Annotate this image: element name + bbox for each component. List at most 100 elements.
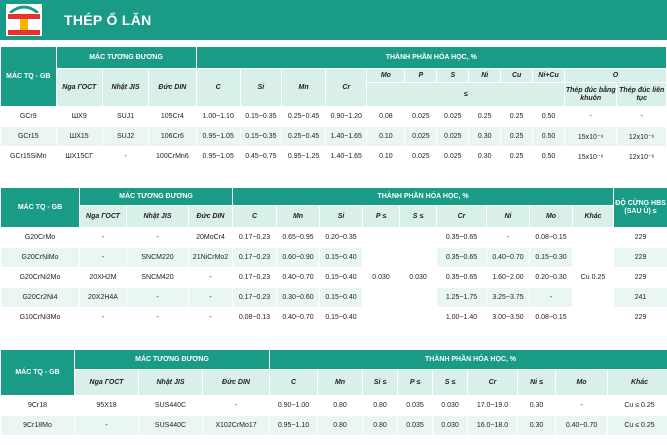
table-cell: 0.15~0.35 bbox=[239, 106, 282, 127]
col-din: Đức DIN bbox=[148, 68, 197, 107]
table-cell: 0.95~1.05 bbox=[195, 126, 241, 147]
table-cell: 0.30~0.60 bbox=[276, 287, 320, 308]
table-cell: - bbox=[101, 146, 150, 167]
table-row: 9Cr18Mo - SUS440C X102CrMo17 0.95~1.10 0.80 0.… bbox=[0, 415, 667, 436]
table-cell: - bbox=[188, 287, 233, 308]
table-cell: 0.15~0.35 bbox=[239, 126, 282, 147]
composition-header: THÀNH PHẦN HÓA HỌC, % bbox=[195, 46, 667, 69]
table-cell: 0.50 bbox=[532, 106, 565, 127]
table-cell: 1.40~1.65 bbox=[325, 126, 368, 147]
col-other: Khác bbox=[606, 369, 667, 396]
col-mo: Mo bbox=[366, 68, 406, 83]
shared-other-cell: Cu 0.25 bbox=[571, 227, 615, 328]
table-cell: SNCM220 bbox=[126, 247, 189, 268]
table-cell: 0.15~0.40 bbox=[319, 247, 363, 268]
grade-cell: G20CrNiMo bbox=[0, 247, 80, 268]
hardness-cell: 229 bbox=[613, 247, 667, 268]
col-jis: Nhật JIS bbox=[126, 205, 189, 228]
grade-cell: 9Cr18 bbox=[0, 395, 75, 416]
col-mn: Mn bbox=[276, 205, 320, 228]
table-cell: 0.25~0.45 bbox=[280, 106, 327, 127]
table-cell: 0.65~0.95 bbox=[276, 227, 320, 248]
table-cell: 0.20~0.35 bbox=[319, 227, 363, 248]
table-cell: 0.35~0.65 bbox=[436, 267, 487, 288]
table-cell: 1.00~1.40 bbox=[436, 307, 487, 328]
table-row: GCr15SiMn ШХ15СГ -100CrMn6 0.95~1.05 0.45~0.… bbox=[0, 146, 667, 167]
table-cell: 0.025 bbox=[436, 126, 470, 147]
table-cell: 0.30 bbox=[517, 415, 556, 436]
col-ni: Ni ≤ bbox=[517, 369, 556, 396]
table-cell: - bbox=[79, 307, 127, 328]
table-cell: 15x10⁻⁶ bbox=[563, 146, 618, 167]
table-cell: - bbox=[126, 227, 189, 248]
table-cell: 105Cr4 bbox=[148, 106, 197, 127]
table-cell: 1.00~1.10 bbox=[195, 106, 241, 127]
table-cell: 0.17~0.23 bbox=[232, 267, 277, 288]
table-row: GCr9 ШХ9 SUJ1 105Cr4 1.00~1.10 0.15~0.35 0.25~… bbox=[0, 106, 667, 127]
col-o: O bbox=[563, 68, 667, 83]
col-jis: Nhật JIS bbox=[138, 369, 203, 396]
col-mo: Mo bbox=[555, 369, 608, 396]
grade-cell: G10CrNi3Mo bbox=[0, 307, 80, 328]
table-cell: 12x10⁻⁶ bbox=[616, 126, 667, 147]
col-din: Đức DIN bbox=[202, 369, 270, 396]
table-cell: 1.40~1.65 bbox=[325, 146, 368, 167]
table-row: GCr15 ШХ15 SUJ2 106Cr6 0.95~1.05 0.15~0.35 0.2… bbox=[0, 126, 667, 147]
col-si: Si ≤ bbox=[362, 369, 398, 396]
bearing-steel-table-2: MÁC TQ - GB MÁC TƯƠNG ĐƯƠNG THÀNH PHẦN H… bbox=[0, 187, 667, 328]
col-din: Đức DIN bbox=[188, 205, 233, 228]
page-header: THÉP Ổ LĂN bbox=[0, 0, 667, 40]
table-row: G20Cr2Ni4 20Х2Н4А - -0.17~0.23 0.30~0.60 0.15… bbox=[0, 287, 667, 308]
table-cell: 0.17~0.23 bbox=[232, 247, 277, 268]
col-gost: Nga ГОСТ bbox=[74, 369, 139, 396]
grade-cell: G20CrMo bbox=[0, 227, 80, 248]
table-cell: - bbox=[563, 106, 618, 127]
table-cell: 0.40~0.70 bbox=[555, 415, 608, 436]
equivalent-header: MÁC TƯƠNG ĐƯƠNG bbox=[55, 46, 197, 69]
table-cell: - bbox=[529, 287, 573, 308]
hardness-cell: 229 bbox=[613, 267, 667, 288]
col-p: P ≤ bbox=[397, 369, 433, 396]
table-cell: - bbox=[188, 307, 233, 328]
table-cell: 0.20~0.30 bbox=[529, 267, 573, 288]
equivalent-header: MÁC TƯƠNG ĐƯƠNG bbox=[79, 187, 233, 206]
table-cell: 0.30 bbox=[468, 146, 502, 167]
table-cell: 0.15~0.40 bbox=[319, 307, 363, 328]
table-cell: 12x10⁻⁶ bbox=[616, 146, 667, 167]
table-cell: 0.025 bbox=[404, 106, 438, 127]
table-cell: 0.40~0.70 bbox=[276, 267, 320, 288]
col-c: C bbox=[269, 369, 318, 396]
machinery-logo bbox=[6, 4, 42, 36]
table-cell: ШХ9 bbox=[55, 106, 103, 127]
table-cell: 17.0~19.0 bbox=[467, 395, 518, 416]
col-o-mold: Thép đúc bằng khuôn bbox=[563, 82, 618, 107]
col-jis: Nhật JIS bbox=[101, 68, 150, 107]
max-symbol: ≤ bbox=[366, 82, 565, 107]
table-cell: 0.17~0.23 bbox=[232, 227, 277, 248]
table-cell: 95Х18 bbox=[74, 395, 139, 416]
table-row: 9Cr18 95Х18 SUS440C -0.90~1.00 0.80 0.80 0.035… bbox=[0, 395, 667, 416]
col-cu: Cu bbox=[500, 68, 534, 83]
table-cell: 0.035 bbox=[397, 395, 433, 416]
col-mo: Mo bbox=[529, 205, 573, 228]
table-cell: 0.95~1.10 bbox=[269, 415, 318, 436]
table-cell: SUJ1 bbox=[101, 106, 150, 127]
table-cell: 0.95~1.05 bbox=[195, 146, 241, 167]
table-cell: 0.10 bbox=[366, 146, 406, 167]
table-cell: - bbox=[616, 106, 667, 127]
bearing-steel-table-1: MÁC TQ - GB MÁC TƯƠNG ĐƯƠNG THÀNH PHẦN H… bbox=[0, 46, 667, 167]
table-cell: SUJ2 bbox=[101, 126, 150, 147]
table-cell: 0.25~0.45 bbox=[280, 126, 327, 147]
col-ni: Ni bbox=[486, 205, 530, 228]
table-cell: 0.035 bbox=[397, 415, 433, 436]
table-cell: 0.08~0.15 bbox=[529, 307, 573, 328]
grade-cell: 9Cr18Mo bbox=[0, 415, 75, 436]
table-cell: - bbox=[126, 287, 189, 308]
table-cell: 20MoCr4 bbox=[188, 227, 233, 248]
table-cell: SUS440C bbox=[138, 395, 203, 416]
col-mn: Mn bbox=[280, 68, 327, 107]
table-cell: 0.025 bbox=[404, 126, 438, 147]
table-cell: 15x10⁻⁶ bbox=[563, 126, 618, 147]
col-other: Khác bbox=[571, 205, 615, 228]
table-cell: - bbox=[188, 267, 233, 288]
